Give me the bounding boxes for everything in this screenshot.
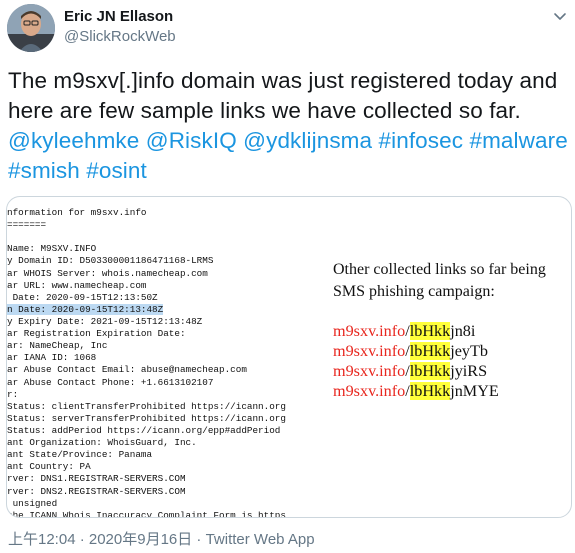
- whois-line: ar: NameCheap, Inc: [7, 340, 108, 352]
- tweet-text: The m9sxv[.]info domain was just registe…: [8, 66, 568, 186]
- phishing-link: m9sxv.info/lbHkkjnMYE: [333, 382, 499, 400]
- whois-line: ant Country: PA: [7, 461, 91, 473]
- tweet-image[interactable]: nformation for m9sxv.info ======= Name: M9…: [6, 196, 572, 518]
- phishing-links: m9sxv.info/lbHkkjn8i m9sxv.info/lbHkkjeyT…: [333, 321, 571, 401]
- whois-line: Name: M9SXV.INFO: [7, 243, 97, 255]
- hashtag-osint[interactable]: #osint: [86, 158, 147, 183]
- whois-record: nformation for m9sxv.info ======= Name: M9…: [7, 207, 327, 518]
- whois-line: y Domain ID: D503300001186471168-LRMS: [7, 255, 214, 267]
- mention-ydklijnsma[interactable]: @ydklijnsma: [243, 128, 372, 153]
- whois-line: ar IANA ID: 1068: [7, 352, 97, 364]
- hashtag-infosec[interactable]: #infosec: [379, 128, 464, 153]
- avatar[interactable]: [7, 4, 55, 52]
- whois-line: ar Abuse Contact Phone: +1.6613102107: [7, 376, 214, 388]
- whois-line: [7, 231, 327, 243]
- whois-line: r:: [7, 388, 19, 400]
- phishing-heading-line1: Other collected links so far being: [333, 261, 546, 278]
- phishing-link: m9sxv.info/lbHkkjyiRS: [333, 362, 488, 380]
- phishing-link: m9sxv.info/lbHkkjn8i: [333, 322, 476, 340]
- whois-line: ant Organization: WhoisGuard, Inc.: [7, 437, 197, 449]
- mention-riskiq[interactable]: @RiskIQ: [146, 128, 237, 153]
- user-handle[interactable]: @SlickRockWeb: [64, 27, 176, 47]
- tweet-body: The m9sxv[.]info domain was just registe…: [8, 68, 558, 123]
- whois-line: Status: serverTransferProhibited https:/…: [7, 412, 286, 424]
- avatar-image: [7, 4, 55, 52]
- whois-line: Status: addPeriod https://icann.org/epp#…: [7, 424, 281, 436]
- phishing-link: m9sxv.info/lbHkkjeyTb: [333, 342, 488, 360]
- display-name[interactable]: Eric JN Ellason: [64, 7, 176, 26]
- hashtag-malware[interactable]: #malware: [469, 128, 567, 153]
- whois-line: Date: 2020-09-15T12:13:50Z: [7, 291, 158, 303]
- chevron-down-icon[interactable]: [552, 8, 568, 24]
- whois-line: ant State/Province: Panama: [7, 449, 153, 461]
- whois-line: n Date: 2020-09-15T12:13:48Z: [7, 303, 164, 315]
- whois-line: Status: clientTransferProhibited https:/…: [7, 400, 286, 412]
- whois-line: the ICANN Whois Inaccuracy Complaint For…: [7, 509, 286, 518]
- phishing-heading-line2: SMS phishing campaign:: [333, 283, 495, 300]
- whois-line: ar Registration Expiration Date:: [7, 328, 186, 340]
- phishing-panel: Other collected links so far being SMS p…: [333, 259, 571, 401]
- tweet-timestamp[interactable]: 上午12:04 · 2020年9月16日 · Twitter Web App: [8, 530, 315, 550]
- mention-kyleehmke[interactable]: @kyleehmke: [8, 128, 139, 153]
- whois-line: rver: DNS1.REGISTRAR-SERVERS.COM: [7, 473, 186, 485]
- whois-line: nformation for m9sxv.info: [7, 207, 147, 218]
- whois-line: ar WHOIS Server: whois.namecheap.com: [7, 267, 208, 279]
- whois-line: unsigned: [7, 497, 58, 509]
- whois-line: rver: DNS2.REGISTRAR-SERVERS.COM: [7, 485, 186, 497]
- whois-line: ar URL: www.namecheap.com: [7, 279, 147, 291]
- author-block: Eric JN Ellason @SlickRockWeb: [64, 7, 176, 47]
- whois-line: ar Abuse Contact Email: abuse@namecheap.…: [7, 364, 247, 376]
- whois-line: y Expiry Date: 2021-09-15T12:13:48Z: [7, 315, 203, 327]
- whois-line: =======: [7, 219, 47, 231]
- hashtag-smish[interactable]: #smish: [8, 158, 80, 183]
